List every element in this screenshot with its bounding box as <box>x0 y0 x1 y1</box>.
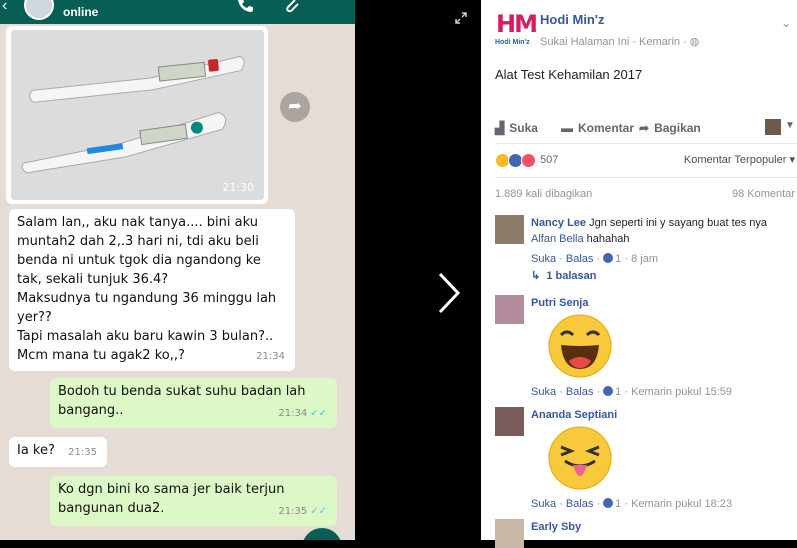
comment-item: Early Sby <box>495 519 795 548</box>
comment-meta: Suka · Balas · 1 · 8 jam <box>531 253 658 265</box>
post-actions: ▟ Suka ▬ Komentar ➦ Bagikan ▼ <box>495 119 797 137</box>
like-link[interactable]: Suka <box>531 386 556 398</box>
chevron-right-icon[interactable] <box>436 270 462 316</box>
reply-link[interactable]: Balas <box>566 498 594 510</box>
comment-count[interactable]: 98 Komentar <box>732 188 795 200</box>
comment-time[interactable]: Kemarin pukul 18:23 <box>631 498 732 510</box>
page-logo[interactable]: HM Hodi Min'z <box>495 10 538 48</box>
contact-avatar <box>24 0 54 20</box>
page-name-link[interactable]: Hodi Min'z <box>540 12 604 27</box>
post-panel: HM Hodi Min'z Hodi Min'z Sukai Halaman I… <box>481 0 797 548</box>
comment-sort-dropdown[interactable]: Komentar Terpopuler ▾ <box>684 153 795 166</box>
outgoing-message: Ko dgn bini ko sama jer baik terjun bang… <box>50 476 337 526</box>
viewer-avatar[interactable] <box>765 119 781 135</box>
image-message: 21:30 <box>6 26 268 204</box>
comment-body: Ananda Septiani <box>531 407 793 423</box>
love-reaction-icon <box>521 152 536 168</box>
share-arrow-icon[interactable]: ➦ <box>280 92 310 122</box>
commenter-name[interactable]: Early Sby <box>531 521 581 533</box>
tagged-user[interactable]: Alfan Bella <box>531 233 584 245</box>
message-time: 21:35 ✓✓ <box>278 506 327 517</box>
commenter-name[interactable]: Nancy Lee <box>531 217 586 229</box>
message-time: 21:34 ✓✓ <box>278 408 327 419</box>
like-count-icon <box>603 386 614 396</box>
thermometers-photo: 21:30 <box>11 30 264 200</box>
reply-link[interactable]: Balas <box>566 386 594 398</box>
reply-arrow-icon: ↳ <box>531 270 541 282</box>
comment-time[interactable]: Kemarin pukul 15:59 <box>631 386 732 398</box>
tongue-out-sticker-icon <box>548 426 612 490</box>
divider <box>495 143 797 144</box>
divider <box>495 177 797 178</box>
back-arrow-icon: ‹ <box>2 0 8 14</box>
message-time: 21:34 <box>256 351 285 362</box>
comment-item: Ananda Septiani Suka · Balas · 1 · Kemar… <box>495 407 795 517</box>
post-text: Alat Test Kehamilan 2017 <box>495 67 643 82</box>
reply-link[interactable]: Balas <box>566 253 594 265</box>
avatar[interactable] <box>495 519 524 548</box>
image-timestamp: 21:30 <box>222 181 254 194</box>
expand-icon[interactable] <box>455 12 467 24</box>
laughing-sticker-icon <box>548 314 612 378</box>
comment-item: Nancy Lee Jgn seperti ini y sayang buat … <box>495 215 795 295</box>
whatsapp-screenshot: ‹ online 21:30 ➦ Salam lan,, aku nak tan… <box>0 0 355 540</box>
comment-body: Early Sby <box>531 519 793 535</box>
comment-time[interactable]: 8 jam <box>631 253 658 265</box>
reaction-count: 507 <box>540 154 559 166</box>
share-button[interactable]: ➦ Bagikan <box>639 121 701 135</box>
thermometers-illustration <box>11 30 264 200</box>
comment-item: Putri Senja Suka · Balas · 1 · Kemarin p… <box>495 295 795 405</box>
like-thumb-icon: ▟ <box>495 121 505 135</box>
like-count-icon <box>603 253 614 263</box>
globe-icon: ◍ <box>689 36 700 48</box>
comment-text-cont: hahahah <box>586 233 630 245</box>
commenter-name[interactable]: Putri Senja <box>531 297 588 309</box>
share-icon: ➦ <box>639 121 650 135</box>
message-time: 21:35 <box>68 447 97 458</box>
comment-icon: ▬ <box>561 121 573 135</box>
comment-body: Nancy Lee Jgn seperti ini y sayang buat … <box>531 215 793 267</box>
read-ticks-icon: ✓✓ <box>310 506 327 517</box>
incoming-message: Ia ke? 21:35 <box>9 437 107 467</box>
caret-down-icon[interactable]: ▼ <box>785 120 795 131</box>
logo-subtext: Hodi Min'z <box>495 39 530 46</box>
incoming-message: Salam lan,, aku nak tanya.... bini aku m… <box>9 209 295 371</box>
like-link[interactable]: Suka <box>531 253 556 265</box>
outgoing-message: Bodoh tu benda sukat suhu badan lah bang… <box>50 378 337 428</box>
read-ticks-icon: ✓✓ <box>310 408 327 419</box>
message-text: Salam lan,, aku nak tanya.... bini aku m… <box>17 215 277 363</box>
paperclip-icon <box>286 0 299 13</box>
avatar[interactable] <box>495 407 524 436</box>
comment-text: Jgn seperti ini y sayang buat tes nya <box>589 217 768 229</box>
comment-meta: Suka · Balas · 1 · Kemarin pukul 15:59 <box>531 386 732 398</box>
photo-viewer: ‹ online 21:30 ➦ Salam lan,, aku nak tan… <box>0 0 481 540</box>
logo-text: HM <box>496 10 538 38</box>
caret-down-icon: ▾ <box>789 154 795 166</box>
share-count[interactable]: 1.889 kali dibagikan <box>495 188 592 200</box>
avatar[interactable] <box>495 215 524 244</box>
chevron-down-icon[interactable]: ⌄ <box>781 16 791 30</box>
commenter-name[interactable]: Ananda Septiani <box>531 409 617 421</box>
post-meta: Sukai Halaman Ini · Kemarin · ◍ <box>540 36 700 48</box>
like-count: 1 <box>615 253 622 265</box>
chat-header: ‹ online <box>0 0 355 24</box>
like-count: 1 <box>615 386 622 398</box>
like-count-icon <box>603 498 614 508</box>
view-replies-link[interactable]: ↳ 1 balasan <box>531 269 596 282</box>
chat-fab <box>302 528 342 540</box>
comment-body: Putri Senja <box>531 295 793 311</box>
avatar[interactable] <box>495 295 524 324</box>
like-count: 1 <box>615 498 622 510</box>
contact-status: online <box>63 5 99 19</box>
comment-meta: Suka · Balas · 1 · Kemarin pukul 18:23 <box>531 498 732 510</box>
phone-icon <box>238 0 253 12</box>
like-link[interactable]: Suka <box>531 498 556 510</box>
like-button[interactable]: ▟ Suka <box>495 121 538 135</box>
reactions-summary[interactable]: 507 <box>495 152 558 168</box>
